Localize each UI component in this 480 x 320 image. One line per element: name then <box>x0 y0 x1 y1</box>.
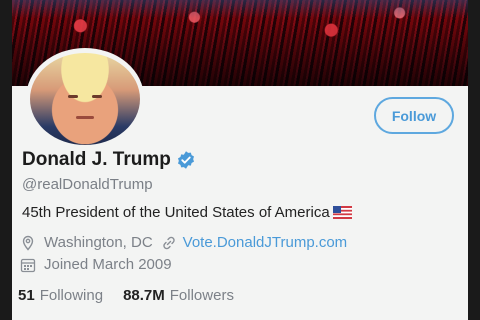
profile-screen: Follow Donald J. Trump @realDonaldTrump … <box>12 0 468 320</box>
location-pin-icon <box>22 235 34 251</box>
following-count[interactable]: 51 <box>18 287 35 304</box>
location-text: Washington, DC <box>44 234 153 251</box>
website-link-text[interactable]: Vote.DonaldJTrump.com <box>183 234 348 251</box>
bio-text: 45th President of the United States of A… <box>22 204 330 221</box>
followers-label[interactable]: Followers <box>170 287 234 304</box>
name-row: Donald J. Trump <box>22 149 196 171</box>
display-name: Donald J. Trump <box>22 149 171 170</box>
avatar[interactable] <box>30 53 140 145</box>
username-handle: @realDonaldTrump <box>22 176 153 193</box>
joined-row: Joined March 2009 <box>20 256 172 273</box>
follow-stats: 51 Following 88.7M Followers <box>18 287 254 304</box>
followers-count[interactable]: 88.7M <box>123 287 165 304</box>
calendar-icon <box>20 258 36 272</box>
bio: 45th President of the United States of A… <box>22 204 352 221</box>
joined-date: Joined March 2009 <box>44 256 172 273</box>
link-icon <box>162 236 175 249</box>
website-link[interactable]: Vote.DonaldJTrump.com <box>161 234 348 251</box>
location-row: Washington, DC Vote.DonaldJTrump.com <box>20 234 347 251</box>
follow-button[interactable]: Follow <box>374 97 454 134</box>
verified-badge-icon <box>177 151 194 169</box>
us-flag-icon <box>332 206 352 219</box>
following-label[interactable]: Following <box>40 287 103 304</box>
